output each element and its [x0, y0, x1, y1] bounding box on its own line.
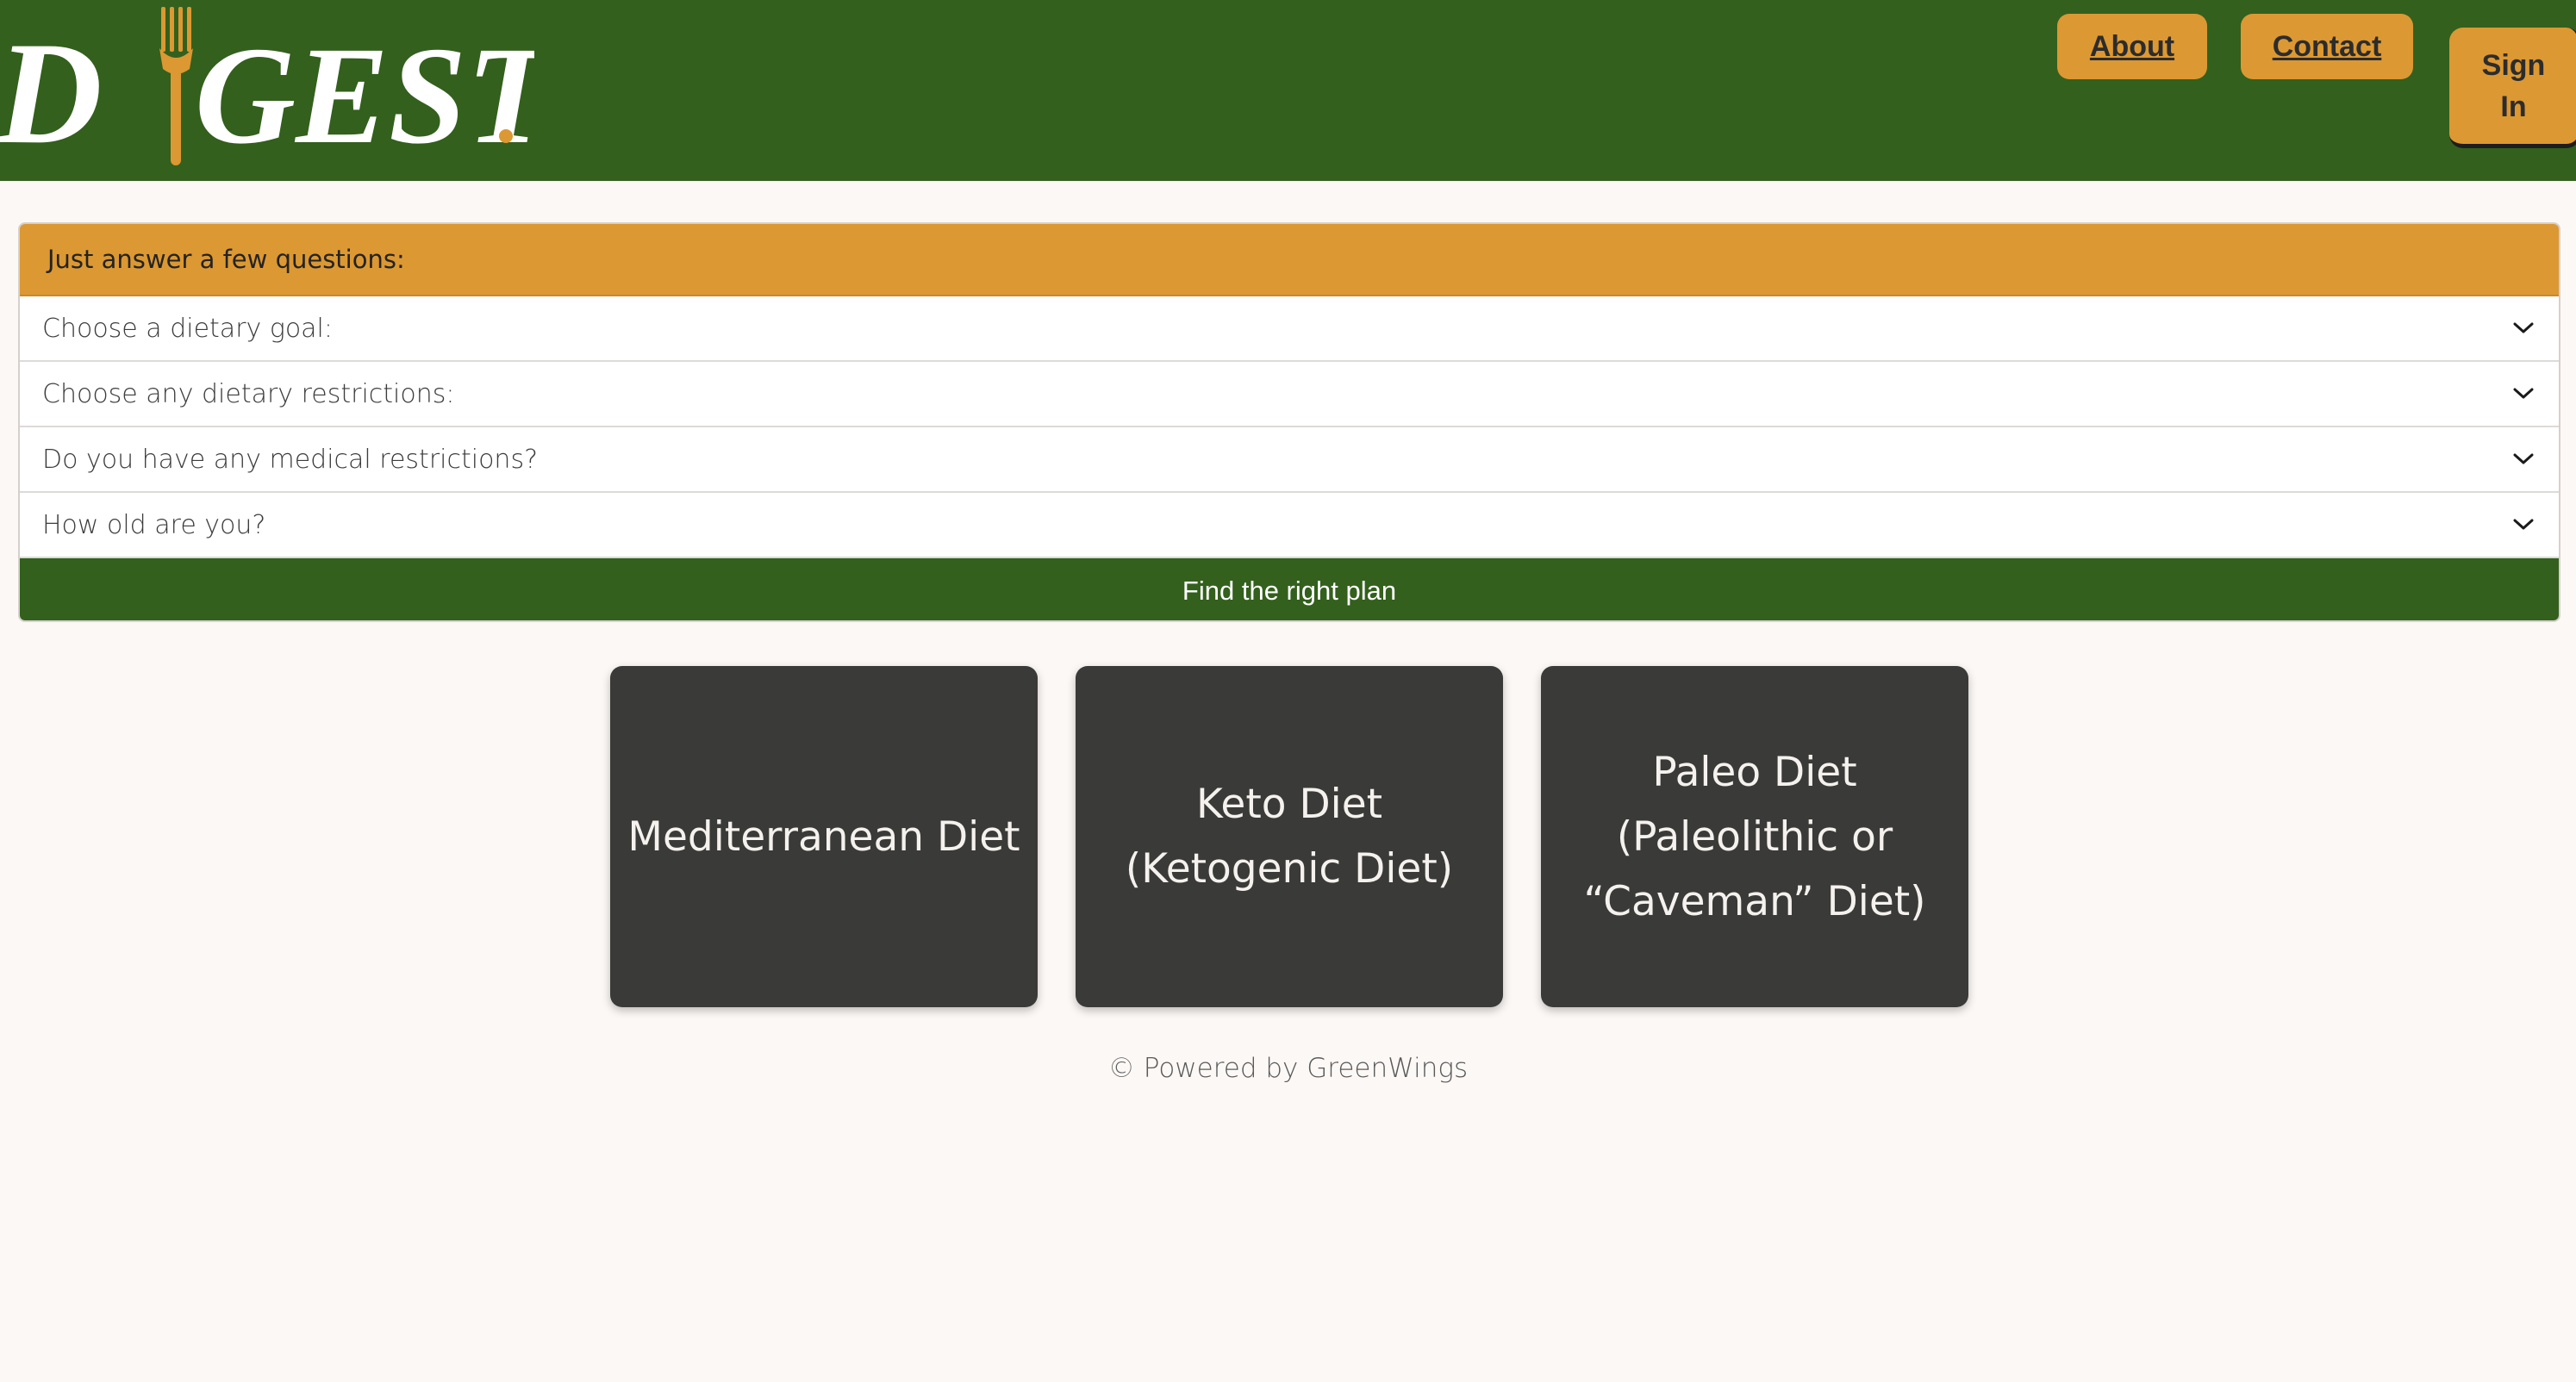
dietary-restrictions-dropdown[interactable]: Choose any dietary restrictions:: [20, 362, 2559, 427]
dietary-goal-dropdown[interactable]: Choose a dietary goal:: [20, 296, 2559, 362]
svg-text:D: D: [0, 12, 103, 172]
chevron-down-icon: [2511, 381, 2536, 407]
chevron-down-icon: [2511, 446, 2536, 472]
contact-link[interactable]: Contact: [2241, 14, 2413, 79]
questionnaire-panel: Just answer a few questions: Choose a di…: [18, 222, 2560, 622]
diet-card-keto[interactable]: Keto Diet (Ketogenic Diet): [1076, 666, 1503, 1007]
footer-credit: © Powered by GreenWings: [1107, 1053, 1469, 1084]
find-plan-button[interactable]: Find the right plan: [20, 558, 2559, 620]
age-dropdown[interactable]: How old are you?: [20, 493, 2559, 558]
diet-card-mediterranean[interactable]: Mediterranean Diet: [610, 666, 1038, 1007]
svg-text:GEST: GEST: [195, 19, 534, 172]
digest-logo[interactable]: D GEST: [0, 0, 534, 172]
dropdown-label: How old are you?: [42, 509, 266, 540]
dropdown-label: Do you have any medical restrictions?: [42, 444, 538, 475]
questionnaire-heading: Just answer a few questions:: [20, 224, 2559, 296]
dropdown-label: Choose any dietary restrictions:: [42, 378, 455, 409]
site-header: D GEST About Contact Sign In: [0, 0, 2576, 181]
chevron-down-icon: [2511, 512, 2536, 538]
dropdown-label: Choose a dietary goal:: [42, 313, 334, 344]
chevron-down-icon: [2511, 315, 2536, 341]
medical-restrictions-dropdown[interactable]: Do you have any medical restrictions?: [20, 427, 2559, 493]
fork-icon: [159, 7, 193, 165]
about-link[interactable]: About: [2057, 14, 2207, 79]
sign-in-button[interactable]: Sign In: [2449, 28, 2576, 148]
diet-card-paleo[interactable]: Paleo Diet (Paleolithic or “Caveman” Die…: [1541, 666, 1968, 1007]
